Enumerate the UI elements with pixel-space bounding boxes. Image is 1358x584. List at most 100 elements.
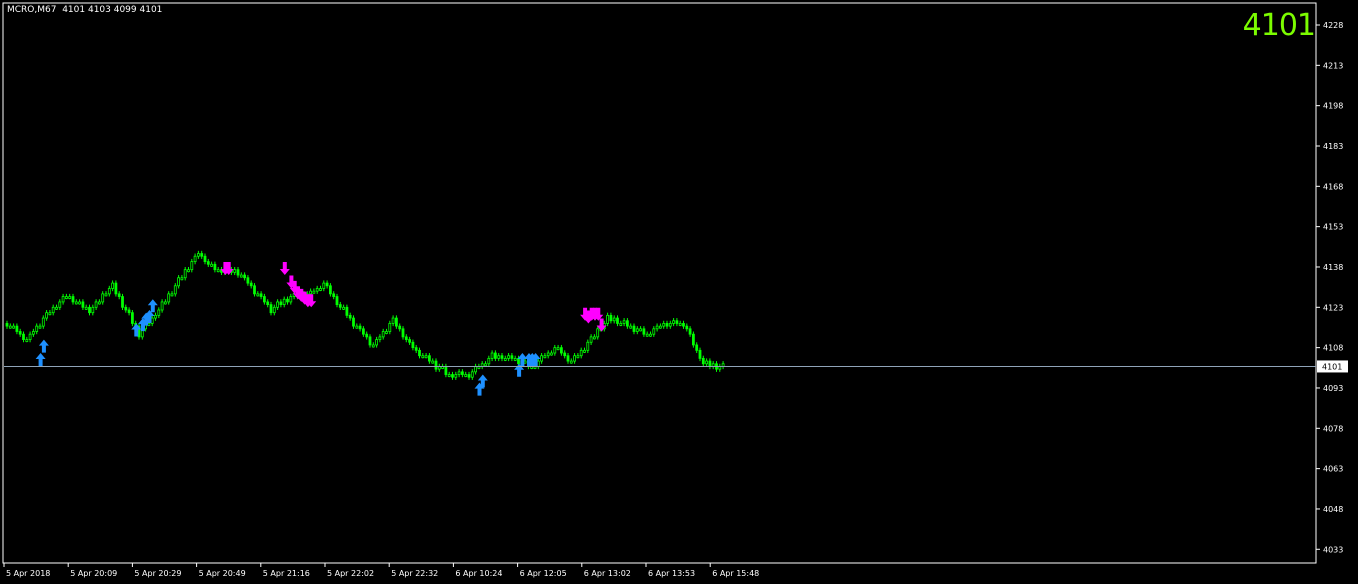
candle xyxy=(414,344,418,354)
candle xyxy=(55,304,58,310)
candle xyxy=(160,299,164,313)
candle xyxy=(593,334,596,340)
candle xyxy=(705,358,708,367)
current-price-label: 4101 xyxy=(1322,362,1342,371)
candle xyxy=(193,253,197,265)
candle xyxy=(675,318,679,327)
candle xyxy=(355,323,359,329)
price-chart[interactable]: 4228 4213 4198 4183 4168 4153 4138 4123 4108 4093… xyxy=(0,0,1358,584)
candle xyxy=(668,320,672,329)
candle xyxy=(319,285,322,292)
y-tick-label: 4153 xyxy=(1323,223,1343,232)
candle xyxy=(15,323,19,335)
candle xyxy=(493,350,497,362)
down-arrow-icon xyxy=(279,262,290,276)
y-tick-label: 4033 xyxy=(1323,545,1343,554)
y-tick-label: 4048 xyxy=(1323,505,1343,514)
candle xyxy=(721,361,725,370)
candle xyxy=(25,336,29,343)
price-axis: 4228 4213 4198 4183 4168 4153 4138 4123 4108 4093… xyxy=(1316,21,1343,554)
candle xyxy=(45,309,48,321)
candle xyxy=(127,307,131,316)
candle xyxy=(35,323,39,335)
candle xyxy=(22,331,25,343)
candle xyxy=(437,363,441,372)
candle xyxy=(556,344,560,351)
candle xyxy=(579,347,583,359)
candle xyxy=(371,342,375,348)
candle xyxy=(447,371,451,378)
candle xyxy=(51,304,55,316)
candle xyxy=(68,293,72,300)
candle xyxy=(451,371,454,380)
candle xyxy=(279,299,283,308)
current-price-line-group: 4101 xyxy=(4,360,1348,373)
candle xyxy=(74,299,78,305)
candle xyxy=(5,320,9,329)
candle xyxy=(569,358,573,364)
candle xyxy=(203,253,207,265)
candle xyxy=(665,320,669,329)
chart-frame xyxy=(2,2,1317,564)
candle xyxy=(196,250,200,259)
candle xyxy=(101,291,105,305)
candle xyxy=(622,318,626,327)
candle xyxy=(91,304,95,316)
candle xyxy=(550,350,553,356)
y-tick-label: 4093 xyxy=(1323,384,1343,393)
candle xyxy=(388,320,392,335)
candle xyxy=(84,304,88,310)
up-arrow-icon xyxy=(35,353,46,367)
candle xyxy=(286,296,289,305)
y-tick-label: 4228 xyxy=(1323,21,1343,30)
candle xyxy=(154,312,157,321)
candle xyxy=(381,328,385,340)
candle xyxy=(28,331,32,343)
candle xyxy=(210,261,214,267)
candle xyxy=(609,312,613,324)
x-tick-label: 5 Apr 22:02 xyxy=(327,569,374,578)
candle xyxy=(170,291,174,297)
candle xyxy=(616,315,619,327)
candle xyxy=(58,299,62,310)
candle xyxy=(385,328,388,335)
candle xyxy=(474,363,478,375)
candle xyxy=(348,312,352,321)
candle xyxy=(243,272,247,281)
candle xyxy=(61,293,65,305)
candle xyxy=(576,353,580,359)
candle xyxy=(111,280,114,292)
candle xyxy=(361,326,365,337)
candle xyxy=(78,299,81,305)
candle xyxy=(71,293,75,305)
candle xyxy=(216,266,220,273)
candle xyxy=(408,336,412,345)
candle xyxy=(698,347,702,362)
candle xyxy=(507,353,511,362)
candle xyxy=(711,361,715,370)
x-tick-label: 6 Apr 13:02 xyxy=(584,569,631,578)
candle xyxy=(460,369,464,378)
candle xyxy=(107,285,111,297)
candle xyxy=(335,293,339,308)
candle xyxy=(259,291,263,300)
x-tick-label: 6 Apr 12:05 xyxy=(520,569,567,578)
x-tick-label: 5 Apr 21:16 xyxy=(263,569,310,578)
y-tick-label: 4138 xyxy=(1323,263,1343,272)
candle xyxy=(629,323,633,329)
candle xyxy=(18,328,22,337)
candle xyxy=(48,309,52,316)
candle xyxy=(649,331,652,337)
candle xyxy=(38,323,42,329)
candle xyxy=(543,353,547,359)
candle xyxy=(662,320,666,329)
candle xyxy=(8,323,12,329)
symbol-label: MCRO,M67 xyxy=(7,5,57,15)
candle xyxy=(692,331,695,348)
candle xyxy=(718,363,722,372)
candle xyxy=(121,293,124,310)
candle xyxy=(325,280,329,289)
x-tick-label: 5 Apr 20:29 xyxy=(134,569,181,578)
candle xyxy=(124,304,128,313)
candle xyxy=(652,326,656,337)
